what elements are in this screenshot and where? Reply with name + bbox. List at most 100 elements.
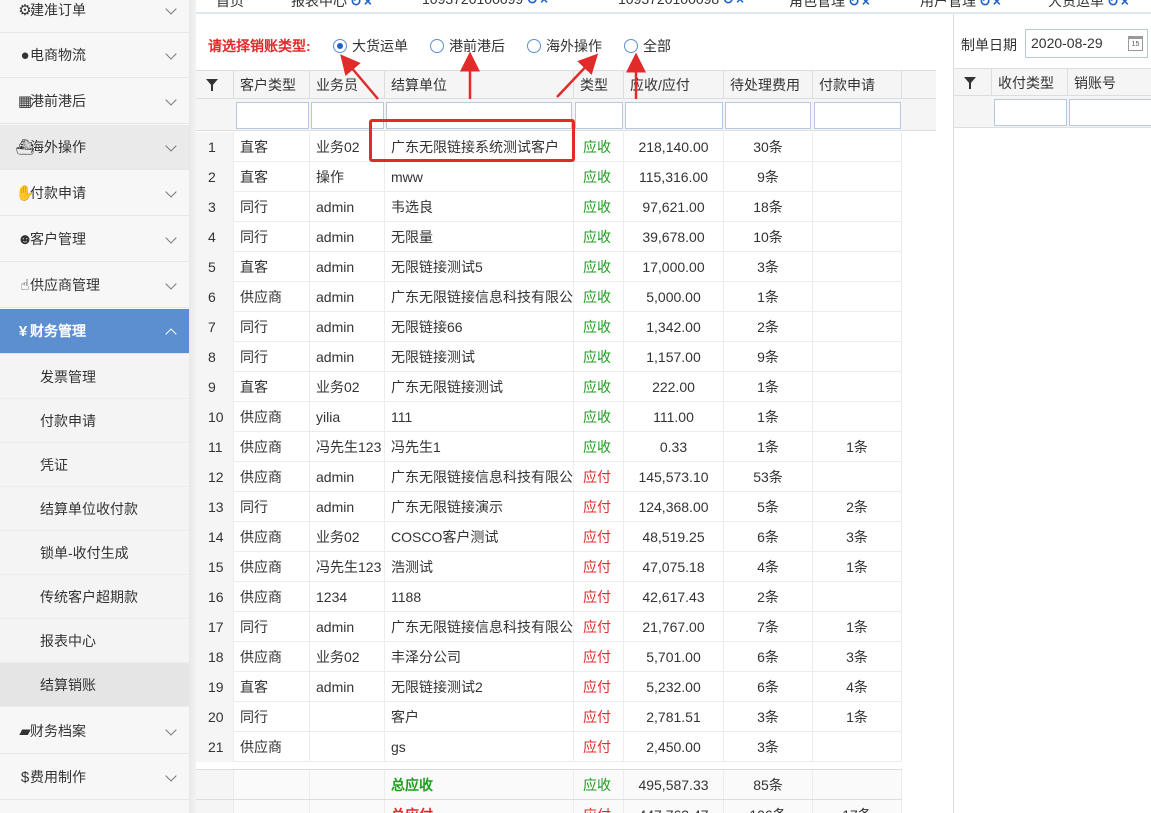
table-row[interactable]: 3 同行 admin 韦选良 应收 97,621.00 18条 — [196, 192, 902, 222]
table-row[interactable]: 13 同行 admin 广东无限链接演示 应付 124,368.00 5条 2条 — [196, 492, 902, 522]
tab-home[interactable]: 首页 — [216, 0, 244, 11]
sidebar-subitem-settlement-receipts[interactable]: 结算单位收付款 — [0, 487, 189, 531]
cell-salesperson: 冯先生123 — [310, 432, 385, 462]
sidebar-divider — [189, 0, 196, 813]
tab-waybill[interactable]: 大货运单 ↻ × — [1048, 0, 1129, 11]
summary-label: 总应收 — [385, 770, 574, 800]
sidebar-item-finance-archive[interactable]: ▰ 财务档案 — [0, 709, 189, 754]
table-row[interactable]: 6 供应商 admin 广东无限链接信息科技有限公 应收 5,000.00 1条 — [196, 282, 902, 312]
radio-overseas-operations[interactable]: 海外操作 — [527, 36, 602, 56]
sidebar-item-orders[interactable]: ⚙ 建准订单 — [0, 0, 189, 33]
cell-amount: 115,316.00 — [624, 162, 724, 192]
cell-amount: 97,621.00 — [624, 192, 724, 222]
col-header-writeoff-no[interactable]: 销账号 — [1068, 69, 1151, 97]
cell-payment-apply — [813, 402, 902, 432]
filter-customer-type-input[interactable] — [236, 102, 309, 129]
cell-type: 应收 — [574, 162, 624, 192]
sidebar-subitem-payment-request[interactable]: 付款申请 — [0, 399, 189, 443]
sidebar-item-suppliers[interactable]: ☝ 供应商管理 — [0, 263, 189, 308]
table-row[interactable]: 12 供应商 admin 广东无限链接信息科技有限公 应付 145,573.10 53条 — [196, 462, 902, 492]
cell-settlement-unit: 广东无限链接信息科技有限公 — [385, 612, 574, 642]
table-row[interactable]: 8 同行 admin 无限链接测试 应收 1,157.00 9条 — [196, 342, 902, 372]
sidebar-subitem-reports[interactable]: 报表中心 — [0, 619, 189, 663]
table-row[interactable]: 11 供应商 冯先生123 冯先生1 应收 0.33 1条 1条 — [196, 432, 902, 462]
filter-writeoff-no-input[interactable] — [1069, 99, 1151, 126]
tab-bill-2[interactable]: 1093720100098↻× — [618, 0, 744, 8]
cell-type: 应付 — [574, 552, 624, 582]
filter-pending-input[interactable] — [725, 102, 811, 129]
table-row[interactable]: 9 直客 业务02 广东无限链接测试 应收 222.00 1条 — [196, 372, 902, 402]
sidebar-subitem-invoices[interactable]: 发票管理 — [0, 355, 189, 399]
table-row[interactable]: 10 供应商 yilia 111 应收 111.00 1条 — [196, 402, 902, 432]
table-row[interactable]: 15 供应商 冯先生123 浩测试 应付 47,075.18 4条 1条 — [196, 552, 902, 582]
filter-payment-apply-input[interactable] — [814, 102, 901, 129]
cell-type: 应收 — [574, 132, 624, 162]
table-row[interactable]: 14 供应商 业务02 COSCO客户测试 应付 48,519.25 6条 3条 — [196, 522, 902, 552]
sidebar-item-fees[interactable]: $ 费用制作 — [0, 755, 189, 800]
cell-settlement-unit: 无限量 — [385, 222, 574, 252]
summary-pending: 106条 — [724, 800, 813, 813]
cell-blank — [310, 770, 385, 800]
filter-toggle-button[interactable] — [196, 71, 234, 99]
cell-payment-apply: 3条 — [813, 642, 902, 672]
sidebar-item-ecommerce[interactable]: ● 电商物流 — [0, 33, 189, 78]
sidebar-item-overseas[interactable]: ⛴ 海外操作 — [0, 125, 189, 170]
cell-type: 应收 — [574, 402, 624, 432]
sidebar-subitem-settlement-writeoff[interactable]: 结算销账 — [0, 663, 189, 707]
radio-port-operations[interactable]: 港前港后 — [430, 36, 505, 56]
tab-reports[interactable]: 报表中心 ↻ × — [291, 0, 372, 11]
date-input[interactable]: 2020-08-29 15 — [1025, 29, 1148, 58]
sidebar-subitem-voucher[interactable]: 凭证 — [0, 443, 189, 487]
cell-row-number: 14 — [196, 522, 234, 552]
col-header-salesperson[interactable]: 业务员 — [310, 71, 385, 99]
table-row[interactable]: 17 同行 admin 广东无限链接信息科技有限公 应付 21,767.00 7条 1条 — [196, 612, 902, 642]
table-row[interactable]: 5 直客 admin 无限链接测试5 应收 17,000.00 3条 — [196, 252, 902, 282]
table-row[interactable]: 19 直客 admin 无限链接测试2 应付 5,232.00 6条 4条 — [196, 672, 902, 702]
cell-customer-type: 直客 — [234, 162, 310, 192]
cell-blank — [196, 770, 234, 800]
filter-receipt-type-input[interactable] — [994, 99, 1067, 126]
tab-users[interactable]: 用户管理 ↻ × — [920, 0, 1001, 11]
table-row[interactable]: 2 直客 操作 mww 应收 115,316.00 9条 — [196, 162, 902, 192]
col-header-type[interactable]: 类型 — [574, 71, 624, 99]
refresh-icon: ↻ — [350, 0, 362, 9]
sidebar-subitem-overdue[interactable]: 传统客户超期款 — [0, 575, 189, 619]
filter-toggle-button[interactable] — [954, 69, 992, 97]
table-row[interactable]: 18 供应商 业务02 丰泽分公司 应付 5,701.00 6条 3条 — [196, 642, 902, 672]
sidebar-item-payment[interactable]: ✋ 付款申请 — [0, 171, 189, 216]
col-header-receipt-type[interactable]: 收付类型 — [992, 69, 1068, 97]
col-header-amount[interactable]: 应收/应付 — [624, 71, 724, 99]
cell-payment-apply: 2条 — [813, 492, 902, 522]
chevron-down-icon — [165, 232, 177, 244]
filter-type-input[interactable] — [575, 102, 623, 129]
tab-bill-1[interactable]: 1093720100099↻× — [422, 0, 548, 8]
sidebar-item-customers[interactable]: ☻ 客户管理 — [0, 217, 189, 262]
sidebar-subitem-lock-generate[interactable]: 锁单-收付生成 — [0, 531, 189, 575]
col-header-payment-apply[interactable]: 付款申请 — [813, 71, 902, 99]
table-row[interactable]: 21 供应商 gs 应付 2,450.00 3条 — [196, 732, 902, 762]
table-row[interactable]: 16 供应商 1234 1188 应付 42,617.43 2条 — [196, 582, 902, 612]
filter-amount-input[interactable] — [625, 102, 723, 129]
cell-payment-apply — [813, 462, 902, 492]
col-header-customer-type[interactable]: 客户类型 — [234, 71, 310, 99]
radio-bulk-waybill[interactable]: 大货运单 — [333, 36, 408, 56]
radio-all[interactable]: 全部 — [624, 36, 671, 56]
col-header-pending[interactable]: 待处理费用 — [724, 71, 813, 99]
sidebar-item-finance[interactable]: ¥ 财务管理 — [0, 309, 189, 354]
cell-row-number: 2 — [196, 162, 234, 192]
calendar-icon[interactable]: 15 — [1128, 36, 1143, 51]
cell-row-number: 10 — [196, 402, 234, 432]
cell-payment-apply — [813, 372, 902, 402]
cell-salesperson: admin — [310, 192, 385, 222]
funnel-icon — [206, 79, 218, 91]
table-row[interactable]: 4 同行 admin 无限量 应收 39,678.00 10条 — [196, 222, 902, 252]
table-row[interactable]: 20 同行 客户 应付 2,781.51 3条 1条 — [196, 702, 902, 732]
col-header-settlement-unit[interactable]: 结算单位 — [385, 71, 574, 99]
cell-customer-type: 供应商 — [234, 432, 310, 462]
cell-amount: 39,678.00 — [624, 222, 724, 252]
sidebar-item-port[interactable]: ▦ 港前港后 — [0, 79, 189, 124]
cell-settlement-unit: 广东无限链接测试 — [385, 372, 574, 402]
chevron-down-icon — [165, 3, 177, 15]
tab-roles[interactable]: 角色管理 ↻ × — [789, 0, 870, 11]
table-row[interactable]: 7 同行 admin 无限链接66 应收 1,342.00 2条 — [196, 312, 902, 342]
